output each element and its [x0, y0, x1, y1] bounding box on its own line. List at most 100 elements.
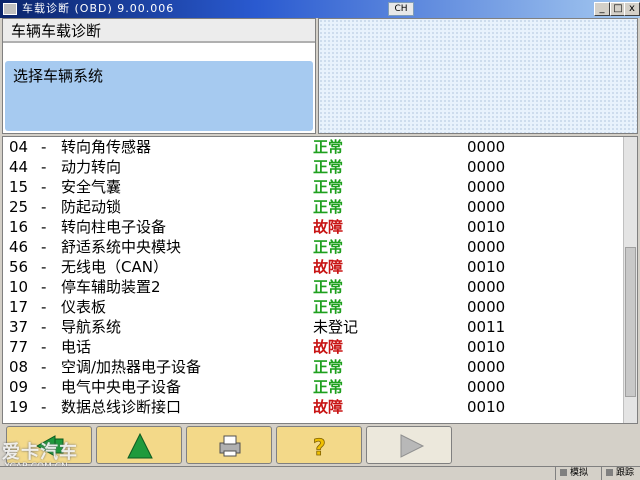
- list-item[interactable]: 08- 空调/加热器电子设备 正常 0000: [3, 357, 623, 377]
- help-icon: ?: [313, 436, 327, 462]
- scrollbar[interactable]: [623, 137, 637, 423]
- status-badge: 正常: [313, 198, 344, 216]
- header-panel: 车辆车载诊断 选择车辆系统: [2, 18, 316, 134]
- fault-code: 0000: [467, 378, 506, 396]
- list-item[interactable]: 37- 导航系统 未登记 0011: [3, 317, 623, 337]
- status-badge: 正常: [313, 238, 344, 256]
- scroll-thumb[interactable]: [625, 247, 636, 397]
- list-item[interactable]: 04- 转向角传感器 正常 0000: [3, 137, 623, 157]
- separator: -: [41, 138, 47, 156]
- system-name: 转向角传感器: [61, 138, 152, 156]
- separator: -: [41, 378, 47, 396]
- system-code: 08: [9, 358, 29, 376]
- watermark-brand: 爱卡汽车: [2, 442, 78, 463]
- title-bar: 车载诊断 (OBD) 9.00.006 CH _ □ x: [0, 0, 640, 18]
- list-item[interactable]: 10- 停车辅助装置2 正常 0000: [3, 277, 623, 297]
- separator: -: [41, 198, 47, 216]
- breadcrumb: 车辆车载诊断: [3, 19, 315, 43]
- header-info-panel: [318, 18, 638, 134]
- status-badge: 故障: [313, 338, 344, 356]
- separator: -: [41, 218, 47, 236]
- separator: -: [41, 358, 47, 376]
- system-name: 电气中央电子设备: [61, 378, 182, 396]
- system-name: 导航系统: [61, 318, 122, 336]
- fault-code: 0000: [467, 158, 506, 176]
- fault-code: 0000: [467, 178, 506, 196]
- separator: -: [41, 158, 47, 176]
- status-badge: 故障: [313, 258, 344, 276]
- page-subtitle: 选择车辆系统: [5, 61, 313, 131]
- status-badge: 正常: [313, 278, 344, 296]
- play-right-icon: [400, 434, 425, 458]
- fault-code: 0000: [467, 138, 506, 156]
- list-item[interactable]: 25- 防起动锁 正常 0000: [3, 197, 623, 217]
- minimize-button[interactable]: _: [594, 2, 610, 16]
- system-name: 动力转向: [61, 158, 122, 176]
- status-badge: 正常: [313, 298, 344, 316]
- separator: -: [41, 178, 47, 196]
- list-item[interactable]: 15- 安全气囊 正常 0000: [3, 177, 623, 197]
- fault-code: 0000: [467, 198, 506, 216]
- status-badge: 故障: [313, 398, 344, 416]
- system-name: 无线电（CAN）: [61, 258, 168, 276]
- system-name: 停车辅助装置2: [61, 278, 161, 296]
- svg-text:?: ?: [313, 436, 326, 461]
- system-code: 10: [9, 278, 29, 296]
- separator: -: [41, 318, 47, 336]
- system-code: 15: [9, 178, 29, 196]
- list-item[interactable]: 56- 无线电（CAN） 故障 0010: [3, 257, 623, 277]
- list-item[interactable]: 44- 动力转向 正常 0000: [3, 157, 623, 177]
- fault-code: 0010: [467, 218, 506, 236]
- status-trace: 跟踪: [601, 467, 640, 480]
- separator: -: [41, 278, 47, 296]
- system-code: 25: [9, 198, 29, 216]
- system-code: 09: [9, 378, 29, 396]
- system-name: 空调/加热器电子设备: [61, 358, 202, 376]
- list-item[interactable]: 46- 舒适系统中央模块 正常 0000: [3, 237, 623, 257]
- system-name: 数据总线诊断接口: [61, 398, 182, 416]
- system-code: 44: [9, 158, 29, 176]
- status-bar: 模拟 跟踪: [0, 466, 640, 480]
- status-badge: 正常: [313, 178, 344, 196]
- status-dot-icon: [606, 469, 613, 476]
- system-code: 19: [9, 398, 29, 416]
- separator: -: [41, 238, 47, 256]
- close-button[interactable]: x: [624, 2, 640, 16]
- up-button[interactable]: [96, 426, 182, 464]
- window-title: 车载诊断 (OBD) 9.00.006: [22, 2, 175, 15]
- separator: -: [41, 338, 47, 356]
- separator: -: [41, 298, 47, 316]
- list-item[interactable]: 16- 转向柱电子设备 故障 0010: [3, 217, 623, 237]
- status-badge: 正常: [313, 138, 344, 156]
- status-badge: 正常: [313, 358, 344, 376]
- fault-code: 0010: [467, 398, 506, 416]
- printer-icon: [219, 435, 241, 457]
- status-simulate: 模拟: [555, 467, 601, 480]
- system-code: 16: [9, 218, 29, 236]
- system-code: 04: [9, 138, 29, 156]
- system-code: 46: [9, 238, 29, 256]
- fault-code: 0000: [467, 278, 506, 296]
- app-icon: [3, 3, 17, 15]
- fault-code: 0010: [467, 258, 506, 276]
- separator: -: [41, 398, 47, 416]
- system-name: 转向柱电子设备: [61, 218, 167, 236]
- list-item[interactable]: 17- 仪表板 正常 0000: [3, 297, 623, 317]
- fault-code: 0000: [467, 358, 506, 376]
- system-list: 04- 转向角传感器 正常 0000 44- 动力转向 正常 0000 15- 安全气囊 正常 000…: [2, 136, 638, 424]
- status-dot-icon: [560, 469, 567, 476]
- list-item[interactable]: 77- 电话 故障 0010: [3, 337, 623, 357]
- help-button[interactable]: ?: [276, 426, 362, 464]
- separator: -: [41, 258, 47, 276]
- system-name: 防起动锁: [61, 198, 122, 216]
- fault-code: 0011: [467, 318, 506, 336]
- forward-button[interactable]: [366, 426, 452, 464]
- language-indicator[interactable]: CH: [388, 2, 414, 16]
- status-badge: 正常: [313, 378, 344, 396]
- list-item[interactable]: 09- 电气中央电子设备 正常 0000: [3, 377, 623, 397]
- list-item[interactable]: 19- 数据总线诊断接口 故障 0010: [3, 397, 623, 417]
- system-name: 电话: [61, 338, 92, 356]
- fault-code: 0000: [467, 298, 506, 316]
- system-name: 安全气囊: [61, 178, 122, 196]
- print-button[interactable]: [186, 426, 272, 464]
